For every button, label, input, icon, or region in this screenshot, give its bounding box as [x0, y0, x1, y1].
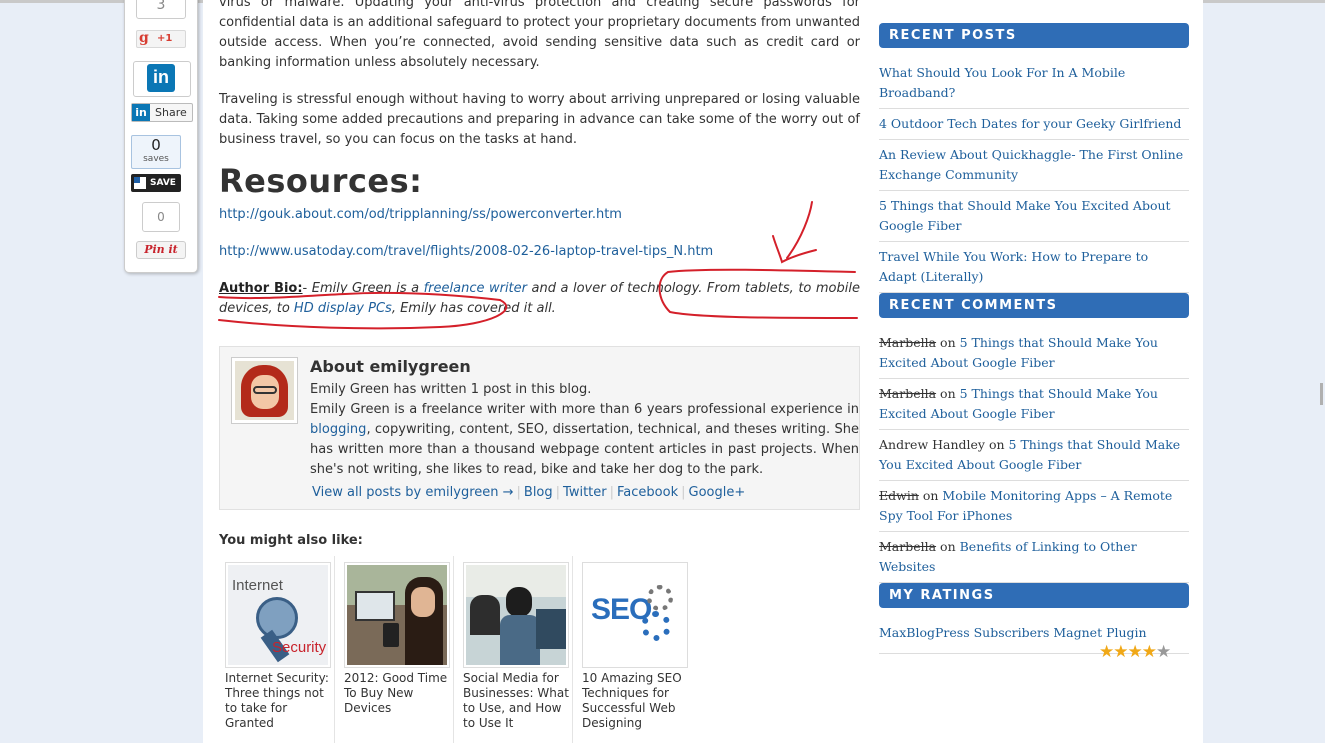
- linkedin-icon[interactable]: in: [147, 64, 175, 92]
- saves-label: saves: [143, 154, 169, 164]
- list-item: Marbella on 5 Things that Should Make Yo…: [879, 328, 1189, 379]
- resources-heading: Resources:: [219, 162, 423, 200]
- star-icon: ★: [1099, 642, 1114, 662]
- comment-author: Marbella: [879, 539, 937, 554]
- article-paragraph: Traveling is stressful enough without ha…: [219, 92, 860, 147]
- star-icon: ★: [1156, 642, 1171, 662]
- blogging-link[interactable]: blogging: [310, 422, 366, 437]
- related-post[interactable]: SEO 10 Amazing SEO Techniques for Succes…: [576, 556, 692, 743]
- recent-posts-title: RECENT POSTS: [879, 23, 1189, 48]
- save-button-label: SAVE: [150, 178, 176, 188]
- linkedin-share-button[interactable]: in Share: [131, 103, 193, 122]
- list-item: What Should You Look For In A Mobile Bro…: [879, 58, 1189, 109]
- recent-post-link[interactable]: 5 Things that Should Make You Excited Ab…: [879, 198, 1171, 233]
- list-item: Andrew Handley on 5 Things that Should M…: [879, 430, 1189, 481]
- view-all-posts-link[interactable]: View all posts by emilygreen →: [312, 485, 514, 500]
- comment-author: Andrew Handley: [879, 437, 985, 452]
- related-title[interactable]: Internet Security: Three things not to t…: [225, 671, 331, 731]
- blog-link[interactable]: Blog: [524, 485, 553, 500]
- rating-stars: ★★★★★: [1099, 642, 1171, 662]
- related-thumbnail[interactable]: SEO: [582, 562, 688, 668]
- google-plus-link[interactable]: Google+: [689, 485, 746, 500]
- related-thumbnail[interactable]: [344, 562, 450, 668]
- recent-post-link[interactable]: What Should You Look For In A Mobile Bro…: [879, 65, 1125, 100]
- delicious-icon: [134, 177, 146, 189]
- share-widget: 3 g +1 in in Share 0 saves SAVE 0 Pin it: [124, 0, 198, 273]
- article-paragraph: virus or malware. Updating your anti-vir…: [219, 0, 860, 70]
- recent-comments-title: RECENT COMMENTS: [879, 293, 1189, 318]
- gplus-button[interactable]: g +1: [136, 30, 186, 48]
- gplus-count: 3: [136, 0, 186, 19]
- hd-display-link[interactable]: HD display PCs: [294, 301, 392, 316]
- save-button[interactable]: SAVE: [131, 174, 181, 192]
- list-item: 5 Things that Should Make You Excited Ab…: [879, 191, 1189, 242]
- related-post[interactable]: Internet Security Internet Security: Thr…: [219, 556, 335, 743]
- recent-comments-list: Marbella on 5 Things that Should Make Yo…: [879, 328, 1189, 583]
- comment-author: Edwin: [879, 488, 919, 503]
- twitter-link[interactable]: Twitter: [563, 485, 607, 500]
- gplus-icon: g: [139, 30, 149, 46]
- about-text: Emily Green has written 1 post in this b…: [310, 382, 859, 477]
- list-item: Marbella on Benefits of Linking to Other…: [879, 532, 1189, 583]
- facebook-link[interactable]: Facebook: [617, 485, 678, 500]
- resource-link[interactable]: http://www.usatoday.com/travel/flights/2…: [219, 244, 713, 259]
- related-title[interactable]: 10 Amazing SEO Techniques for Successful…: [582, 671, 688, 731]
- author-bio-label: Author Bio:: [219, 281, 303, 296]
- linkedin-share-label: Share: [155, 106, 187, 119]
- related-title[interactable]: Social Media for Businesses: What to Use…: [463, 671, 569, 731]
- resource-link[interactable]: http://gouk.about.com/od/tripplanning/ss…: [219, 207, 622, 222]
- related-post[interactable]: Social Media for Businesses: What to Use…: [457, 556, 573, 743]
- recent-post-link[interactable]: An Review About Quickhaggle- The First O…: [879, 147, 1183, 182]
- related-thumbnail[interactable]: [463, 562, 569, 668]
- saves-counter: 0 saves: [131, 135, 181, 169]
- recent-post-link[interactable]: Travel While You Work: How to Prepare to…: [879, 249, 1148, 284]
- freelance-writer-link[interactable]: freelance writer: [424, 281, 527, 296]
- author-bio: Author Bio:- Emily Green is a freelance …: [219, 281, 860, 316]
- author-links: View all posts by emilygreen → | Blog | Twit…: [312, 485, 746, 500]
- linkedin-icon: in: [132, 104, 150, 121]
- my-ratings-title: MY RATINGS: [879, 583, 1189, 608]
- related-heading: You might also like:: [219, 533, 363, 548]
- avatar: [231, 357, 298, 424]
- list-item: Travel While You Work: How to Prepare to…: [879, 242, 1189, 293]
- rating-item-link[interactable]: MaxBlogPress Subscribers Magnet Plugin: [879, 625, 1147, 640]
- related-post[interactable]: 2012: Good Time To Buy New Devices: [338, 556, 454, 743]
- saves-count: 0: [151, 136, 161, 154]
- star-icon: ★: [1127, 642, 1143, 662]
- related-thumbnail[interactable]: Internet Security: [225, 562, 331, 668]
- pin-count: 0: [142, 202, 180, 232]
- star-icon: ★: [1141, 642, 1157, 662]
- gplus-label: +1: [157, 33, 173, 44]
- related-title[interactable]: 2012: Good Time To Buy New Devices: [344, 671, 450, 716]
- about-author-box: About emilygreen Emily Green has written…: [219, 346, 860, 510]
- list-item: Edwin on Mobile Monitoring Apps – A Remo…: [879, 481, 1189, 532]
- comment-author: Marbella: [879, 335, 937, 350]
- list-item: Marbella on 5 Things that Should Make Yo…: [879, 379, 1189, 430]
- star-icon: ★: [1113, 642, 1128, 662]
- about-title: About emilygreen: [310, 357, 471, 376]
- list-item: 4 Outdoor Tech Dates for your Geeky Girl…: [879, 109, 1189, 140]
- list-item: An Review About Quickhaggle- The First O…: [879, 140, 1189, 191]
- recent-posts-list: What Should You Look For In A Mobile Bro…: [879, 58, 1189, 293]
- pin-it-button[interactable]: Pin it: [136, 241, 186, 259]
- scrollbar-mark: [1320, 383, 1323, 405]
- recent-post-link[interactable]: 4 Outdoor Tech Dates for your Geeky Girl…: [879, 116, 1181, 131]
- comment-author: Marbella: [879, 386, 937, 401]
